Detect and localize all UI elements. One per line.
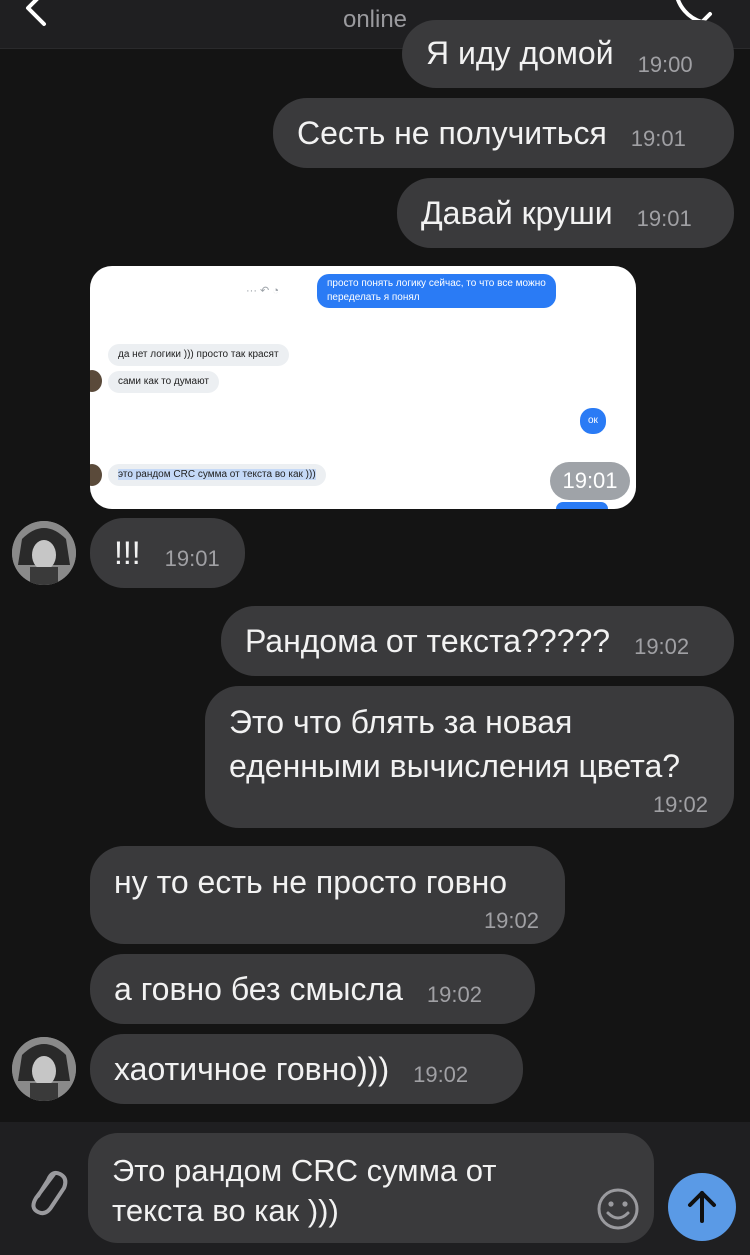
message-text-line: Это что блять за новая xyxy=(229,704,573,740)
photo-avatar xyxy=(90,464,102,486)
message-time: 19:01 xyxy=(636,206,692,231)
photo-bubble-blue: ок xyxy=(580,408,606,434)
message-text: Сесть не получиться xyxy=(297,115,607,151)
message-bubble-outgoing[interactable]: Давай круши 19:01 xyxy=(397,178,734,248)
photo-avatar xyxy=(90,370,102,392)
emoji-icon[interactable] xyxy=(596,1187,640,1231)
photo-bubble-grey: это рандом CRC сумма от текста во как ))… xyxy=(108,464,326,486)
message-text: а говно без смысла xyxy=(114,971,403,1007)
message-input[interactable]: Это рандом CRC сумма от текста во как ))… xyxy=(88,1133,654,1243)
message-time: 19:02 xyxy=(426,982,482,1007)
message-bubble-incoming[interactable]: ну то есть не просто говно 19:02 xyxy=(90,846,565,944)
message-bubble-outgoing[interactable]: Я иду домой 19:00 xyxy=(402,20,734,88)
avatar-image xyxy=(12,521,76,585)
photo-message[interactable]: ··· ↶ ◔ просто понять логику сейчас, то … xyxy=(90,266,636,509)
message-bubble-outgoing[interactable]: Рандома от текста????? 19:02 xyxy=(221,606,734,676)
message-bubble-outgoing[interactable]: Это что блять за новая еденными вычислен… xyxy=(205,686,734,828)
message-time: 19:02 xyxy=(413,1062,469,1087)
sender-avatar[interactable] xyxy=(12,521,76,585)
message-time: 19:01 xyxy=(164,546,220,571)
input-text-line: текста во как ))) xyxy=(112,1193,339,1228)
avatar-image xyxy=(12,1037,76,1101)
message-text-line: еденными вычисления цвета? xyxy=(229,748,681,784)
message-text: хаотичное говно))) xyxy=(114,1051,390,1087)
photo-bubble-text: просто понять логику сейчас, то что все … xyxy=(327,278,546,289)
message-bubble-incoming[interactable]: хаотичное говно))) 19:02 xyxy=(90,1034,523,1104)
message-text: Давай круши xyxy=(421,195,613,231)
photo-bubble-text: переделать я понял xyxy=(327,292,420,303)
photo-toolbar-icons: ··· ↶ ◔ xyxy=(246,285,279,297)
sender-avatar[interactable] xyxy=(12,1037,76,1101)
message-bubble-incoming[interactable]: !!! 19:01 xyxy=(90,518,245,588)
message-input-text: Это рандом CRC сумма от текста во как ))… xyxy=(112,1151,582,1231)
photo-bubble-grey: сами как то думают xyxy=(108,371,219,393)
input-text-line: Это рандом CRC сумма от xyxy=(112,1153,497,1188)
message-text: ну то есть не просто говно xyxy=(114,864,508,900)
paperclip-icon[interactable] xyxy=(24,1160,70,1220)
message-text: !!! xyxy=(114,535,141,571)
message-bubble-incoming[interactable]: а говно без смысла 19:02 xyxy=(90,954,535,1024)
arrow-up-icon xyxy=(688,1191,716,1223)
message-time: 19:02 xyxy=(652,792,708,817)
message-text: Я иду домой xyxy=(426,35,614,71)
photo-highlighted-text: это рандом CRC сумма от текста во как ))… xyxy=(118,469,316,480)
photo-bubble-grey: да нет логики ))) просто так красят xyxy=(108,344,289,366)
message-time: 19:02 xyxy=(483,908,539,933)
send-button[interactable] xyxy=(668,1173,736,1241)
message-text: Рандома от текста????? xyxy=(245,623,611,659)
message-time: 19:00 xyxy=(637,52,693,77)
photo-bubble-blue-edge xyxy=(556,502,608,509)
photo-time: 19:01 xyxy=(550,462,630,500)
message-time: 19:01 xyxy=(630,126,686,151)
photo-bubble-blue: просто понять логику сейчас, то что все … xyxy=(317,274,556,308)
message-time: 19:02 xyxy=(634,634,690,659)
message-bubble-outgoing[interactable]: Сесть не получиться 19:01 xyxy=(273,98,734,168)
